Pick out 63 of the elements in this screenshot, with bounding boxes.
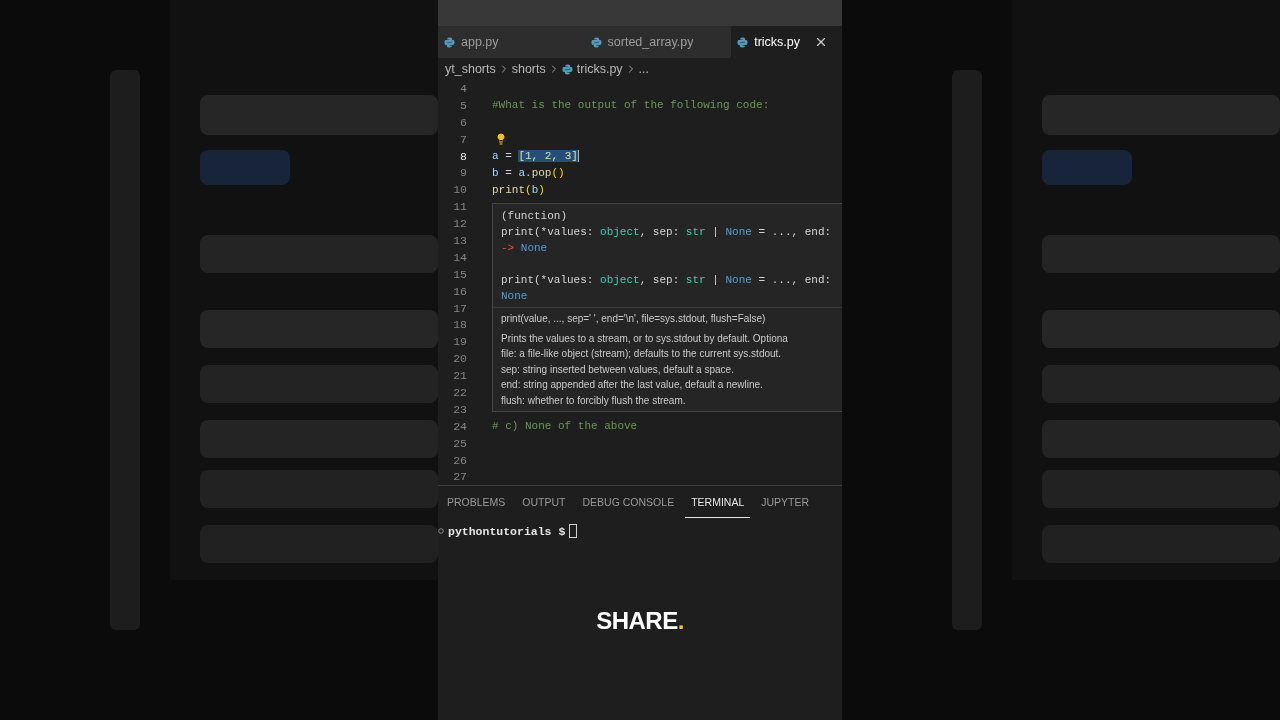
- line-number: 12: [452, 217, 467, 231]
- line-number: 4: [459, 81, 467, 95]
- python-file-icon: [561, 63, 573, 75]
- code-line: b = a.pop(): [492, 166, 565, 179]
- panel-tab[interactable]: DEBUG CONSOLE: [576, 486, 681, 518]
- line-number: 16: [452, 284, 467, 298]
- usage-text: print(value, ..., sep=' ', end='\n', file=sys.stdout, flush=False): [501, 312, 767, 326]
- breadcrumb-item[interactable]: ...: [638, 62, 650, 76]
- line-number: 17: [452, 301, 467, 315]
- terminal-cursor: [569, 524, 578, 538]
- python-file-icon: [444, 36, 455, 48]
- breadcrumb-item[interactable]: yt_shorts: [445, 62, 496, 76]
- panel-tab[interactable]: JUPYTER: [755, 486, 816, 518]
- caption-text: SHARE.: [596, 607, 684, 635]
- python-file-icon: [590, 36, 602, 48]
- panel-tab[interactable]: TERMINAL: [685, 486, 751, 518]
- breadcrumb-label: tricks.py: [576, 62, 623, 76]
- signature-line: -> None: [501, 241, 549, 256]
- line-number: 7: [459, 132, 467, 146]
- line-number: 19: [452, 335, 467, 349]
- line-number: 14: [452, 250, 467, 264]
- line-number: 25: [452, 436, 467, 450]
- line-number: 23: [452, 402, 467, 416]
- line-number: 9: [459, 166, 467, 180]
- line-number: 26: [452, 453, 467, 467]
- line-number: 8: [459, 149, 467, 163]
- line-number: 27: [452, 470, 467, 484]
- line-number: 21: [452, 369, 467, 383]
- doc-text: file: a file-like object (stream); defaults to the current sys.stdout.: [501, 347, 783, 361]
- line-number: 13: [452, 233, 467, 247]
- signature-line: None: [501, 289, 529, 304]
- code-line: a = [1, 2, 3]: [492, 150, 579, 162]
- doc-text: end: string appended after the last value, default a newline.: [501, 378, 764, 392]
- line-number: 11: [452, 200, 467, 214]
- doc-text: Prints the values to a stream, or to sys.stdout by default. Optiona: [501, 331, 789, 346]
- line-number: 5: [459, 98, 467, 112]
- doc-text: flush: whether to forcibly flush the stream.: [501, 393, 687, 408]
- editor-tab[interactable]: tricks.py: [731, 26, 842, 58]
- line-number: 6: [459, 115, 467, 129]
- signature-line: print(*values: object, sep: str | None = ..., end:: [501, 225, 833, 240]
- close-icon[interactable]: [814, 35, 828, 49]
- panel-tab[interactable]: OUTPUT: [516, 486, 572, 518]
- code-line: # c) None of the above: [492, 420, 638, 433]
- code-line: #What is the output of the following code:: [492, 99, 770, 112]
- line-number: 20: [452, 352, 467, 366]
- line-number: 22: [452, 385, 467, 399]
- editor-tab[interactable]: app.py: [438, 26, 585, 58]
- breadcrumb-item[interactable]: tricks.py: [561, 62, 623, 76]
- terminal-prompt: pythontutorials $: [448, 524, 566, 538]
- editor-tab[interactable]: sorted_array.py: [584, 26, 732, 58]
- panel-tab[interactable]: PROBLEMS: [441, 486, 512, 518]
- python-file-icon: [737, 36, 749, 48]
- line-number: 10: [452, 183, 467, 197]
- doc-text: sep: string inserted between values, default a space.: [501, 362, 735, 377]
- line-number: 15: [452, 267, 467, 281]
- signature-line: print(*values: object, sep: str | None = ..., end:: [501, 273, 833, 288]
- lightbulb-icon[interactable]: [495, 133, 507, 146]
- breadcrumb-item[interactable]: shorts: [511, 62, 546, 76]
- line-number: 18: [452, 318, 467, 332]
- code-line: print(b): [492, 183, 545, 196]
- circle-icon: [438, 528, 444, 534]
- hover-kind: (function): [501, 209, 568, 224]
- line-number: 24: [452, 419, 467, 433]
